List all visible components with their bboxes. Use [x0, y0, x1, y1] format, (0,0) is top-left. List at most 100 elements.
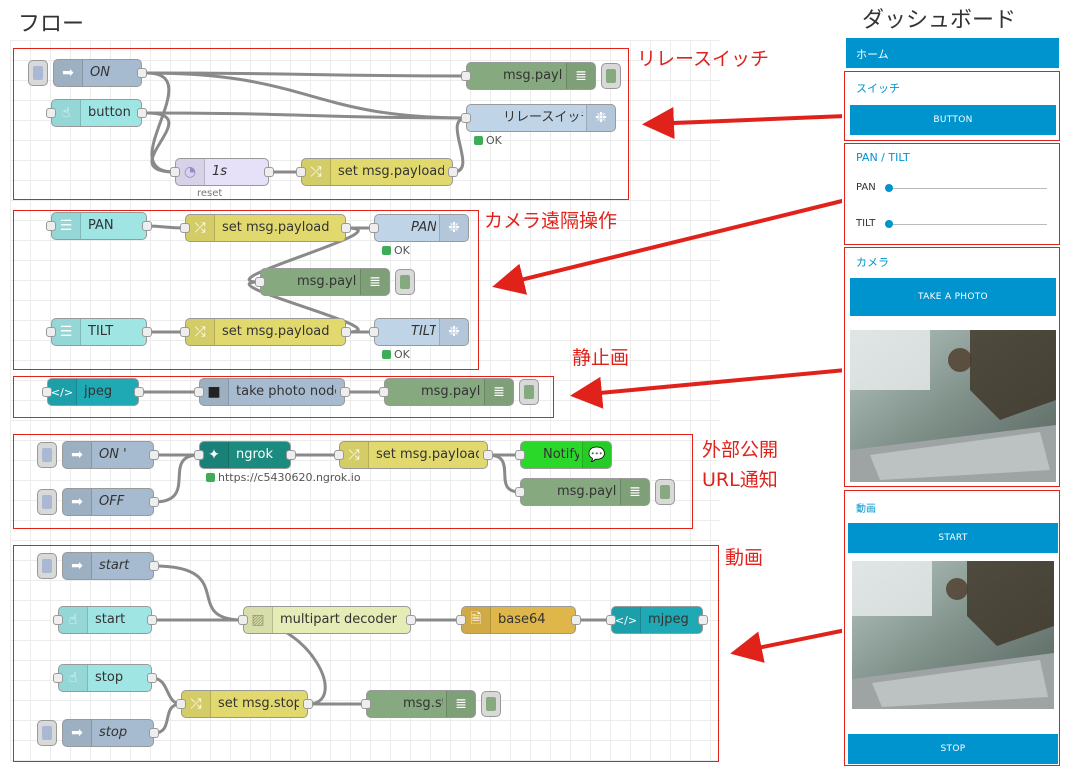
output-port[interactable]: [142, 327, 152, 337]
output-port[interactable]: [264, 167, 274, 177]
input-port[interactable]: [379, 387, 389, 397]
output-port[interactable]: [340, 387, 350, 397]
output-port[interactable]: [147, 615, 157, 625]
output-port[interactable]: [137, 68, 147, 78]
input-port[interactable]: [515, 487, 525, 497]
input-port[interactable]: [369, 223, 379, 233]
input-port[interactable]: [46, 221, 56, 231]
input-port[interactable]: [515, 450, 525, 460]
debug-node-msg-payload-camera[interactable]: msg.payload ≣: [255, 268, 415, 296]
input-port[interactable]: [46, 108, 56, 118]
ui-toast-node-notify[interactable]: Notify 💬: [515, 441, 612, 469]
input-port[interactable]: [180, 327, 190, 337]
inject-node-off[interactable]: ➡ OFF: [37, 488, 159, 516]
output-port[interactable]: [698, 615, 708, 625]
debug-toggle-button[interactable]: [519, 379, 539, 405]
inject-trigger-button[interactable]: [37, 553, 57, 579]
ui-slider-node-tilt[interactable]: ☰ TILT: [46, 318, 152, 346]
input-port[interactable]: [176, 699, 186, 709]
output-port[interactable]: [483, 450, 493, 460]
output-port[interactable]: [149, 561, 159, 571]
debug-toggle-button[interactable]: [655, 479, 675, 505]
status-ok: OK: [382, 348, 410, 361]
debug-node-msg-payload[interactable]: msg.payload ≣: [461, 62, 621, 90]
output-port[interactable]: [303, 699, 313, 709]
debug-toggle-button[interactable]: [601, 63, 621, 89]
inject-node-start[interactable]: ➡ start: [37, 552, 159, 580]
rpi-servo-node-tilt[interactable]: TILT ❉: [369, 318, 469, 346]
base64-node[interactable]: 🗎 base64: [456, 606, 581, 634]
input-port[interactable]: [238, 615, 248, 625]
button-button[interactable]: BUTTON: [850, 105, 1056, 135]
output-port[interactable]: [571, 615, 581, 625]
debug-toggle-button[interactable]: [395, 269, 415, 295]
input-port[interactable]: [461, 71, 471, 81]
rpi-servo-node-pan[interactable]: PAN ❉: [369, 214, 469, 242]
ui-template-node-jpeg[interactable]: </> jpeg: [42, 378, 144, 406]
output-port[interactable]: [137, 108, 147, 118]
arrow-right-icon: ➡: [54, 60, 83, 86]
ui-button-node-start[interactable]: ☝ start: [53, 606, 157, 634]
input-port[interactable]: [194, 450, 204, 460]
debug-node-msg-stop[interactable]: msg.stop ≣: [361, 690, 501, 718]
output-port[interactable]: [149, 497, 159, 507]
inject-node-stop[interactable]: ➡ stop: [37, 719, 159, 747]
debug-toggle-button[interactable]: [481, 691, 501, 717]
input-port[interactable]: [456, 615, 466, 625]
output-port[interactable]: [149, 728, 159, 738]
input-port[interactable]: [606, 615, 616, 625]
input-port[interactable]: [255, 277, 265, 287]
start-button[interactable]: START: [848, 523, 1058, 553]
input-port[interactable]: [194, 387, 204, 397]
tilt-slider-track[interactable]: [887, 224, 1047, 225]
output-port[interactable]: [406, 615, 416, 625]
output-port[interactable]: [341, 223, 351, 233]
input-port[interactable]: [170, 167, 180, 177]
change-node-set-payload-url[interactable]: ⤮ set msg.payload: [334, 441, 493, 469]
input-port[interactable]: [53, 615, 63, 625]
output-port[interactable]: [341, 327, 351, 337]
output-port[interactable]: [286, 450, 296, 460]
ui-slider-node-pan[interactable]: ☰ PAN: [46, 212, 152, 240]
output-port[interactable]: [134, 387, 144, 397]
output-port[interactable]: [448, 167, 458, 177]
debug-node-msg-payload-url[interactable]: msg.payload ≣: [515, 478, 675, 506]
ui-button-node[interactable]: ☝ button: [46, 99, 147, 127]
pan-slider-track[interactable]: [887, 188, 1047, 189]
input-port[interactable]: [46, 327, 56, 337]
inject-trigger-button[interactable]: [37, 442, 57, 468]
stop-button[interactable]: STOP: [848, 734, 1058, 764]
output-port[interactable]: [147, 673, 157, 683]
flow-canvas[interactable]: リレースイッチ カメラ遠隔操作 静止画 外部公開 URL通知 動画 ➡ ON ☝…: [10, 40, 778, 762]
change-node-set-payload-tilt[interactable]: ⤮ set msg.payload: [180, 318, 351, 346]
inject-node-on[interactable]: ➡ ON: [28, 59, 147, 87]
pan-slider-handle[interactable]: [885, 184, 893, 192]
change-node-set-payload-pan[interactable]: ⤮ set msg.payload: [180, 214, 351, 242]
input-port[interactable]: [180, 223, 190, 233]
ui-button-node-stop[interactable]: ☝ stop: [53, 664, 157, 692]
output-port[interactable]: [142, 221, 152, 231]
delay-node[interactable]: ◔ 1s: [170, 158, 274, 186]
camera-node-take-photo[interactable]: ■ take photo node: [194, 378, 350, 406]
inject-trigger-button[interactable]: [28, 60, 48, 86]
input-port[interactable]: [334, 450, 344, 460]
change-node-set-payload[interactable]: ⤮ set msg.payload: [296, 158, 458, 186]
ui-template-node-mjpeg[interactable]: </> mjpeg: [606, 606, 708, 634]
tilt-slider-handle[interactable]: [885, 220, 893, 228]
take-photo-button[interactable]: TAKE A PHOTO: [850, 278, 1056, 316]
debug-node-msg-payload-photo[interactable]: msg.payload ≣: [379, 378, 539, 406]
input-port[interactable]: [461, 113, 471, 123]
input-port[interactable]: [361, 699, 371, 709]
ngrok-node[interactable]: ✦ ngrok: [194, 441, 296, 469]
multipart-decoder-node[interactable]: ▨ multipart decoder: [238, 606, 416, 634]
change-node-set-stop[interactable]: ⤮ set msg.stop: [176, 690, 313, 718]
rpi-gpio-relay-node[interactable]: リレースイッチ ❉: [461, 104, 616, 132]
inject-trigger-button[interactable]: [37, 489, 57, 515]
output-port[interactable]: [149, 450, 159, 460]
inject-node-on-2[interactable]: ➡ ON ': [37, 441, 159, 469]
input-port[interactable]: [42, 387, 52, 397]
input-port[interactable]: [369, 327, 379, 337]
input-port[interactable]: [53, 673, 63, 683]
inject-trigger-button[interactable]: [37, 720, 57, 746]
input-port[interactable]: [296, 167, 306, 177]
